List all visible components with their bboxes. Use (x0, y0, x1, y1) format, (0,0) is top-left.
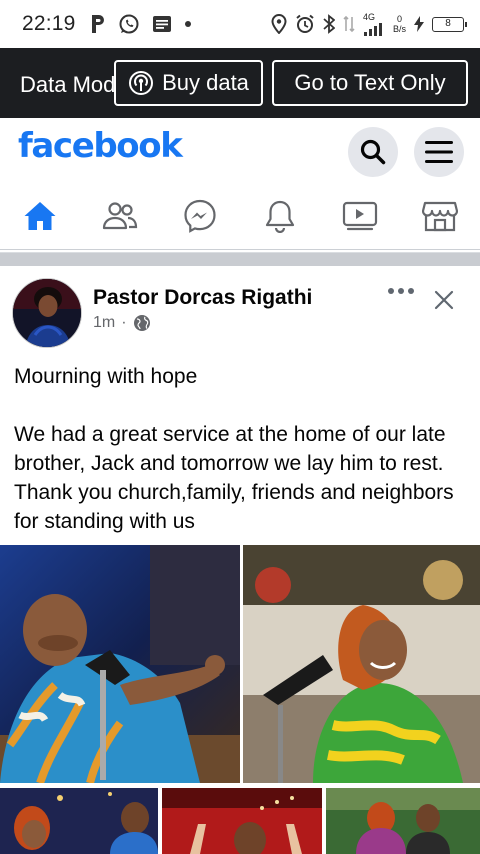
app-header: facebook (0, 118, 480, 182)
status-notification-icons (90, 13, 192, 35)
signal-tower-icon (128, 70, 154, 96)
location-icon (271, 14, 287, 34)
data-arrows-icon (343, 15, 355, 33)
bluetooth-icon (323, 14, 335, 34)
charging-icon (414, 16, 424, 32)
speed-value: 0 (396, 14, 402, 24)
post-text-line: Mourning with hope (14, 365, 198, 388)
search-icon (359, 138, 387, 166)
tab-watch[interactable] (320, 182, 400, 249)
battery-level: 8 (432, 16, 467, 32)
signal-icon: 4G (362, 11, 385, 36)
messenger-icon (183, 199, 217, 233)
home-icon (23, 200, 57, 232)
friends-icon (102, 201, 138, 231)
status-bar: 22:19 4G 0 B/s 8 (0, 0, 480, 48)
facebook-logo[interactable]: facebook (18, 126, 183, 166)
tab-notifications[interactable] (240, 182, 320, 249)
text-only-label: Go to Text Only (294, 70, 446, 95)
menu-button[interactable] (414, 127, 464, 177)
meta-separator: · (121, 314, 127, 331)
hamburger-menu-icon (425, 140, 453, 164)
data-mode-label: Data Mode (20, 72, 120, 97)
video-icon (342, 201, 378, 231)
search-button[interactable] (348, 127, 398, 177)
post-photo[interactable] (0, 788, 158, 854)
speed-unit: B/s (392, 24, 406, 34)
network-speed: 0 B/s (393, 14, 406, 34)
network-type: 4G (362, 11, 375, 22)
tab-messenger[interactable] (160, 182, 240, 249)
whatsapp-icon (118, 13, 140, 35)
post-photo[interactable] (243, 545, 480, 783)
tab-home[interactable] (0, 182, 80, 249)
post-meta: 1m · (93, 314, 151, 332)
alarm-icon (295, 14, 315, 34)
more-dot-icon (398, 288, 404, 294)
message-icon (152, 15, 172, 33)
post-photo[interactable] (162, 788, 322, 854)
feed-divider (0, 252, 480, 266)
post-photo[interactable] (0, 545, 240, 783)
main-nav-tabs (0, 182, 480, 250)
text-only-button[interactable]: Go to Text Only (272, 60, 468, 106)
status-system-icons: 4G 0 B/s 8 (271, 11, 467, 36)
post-photo[interactable] (326, 788, 480, 854)
buy-data-label: Buy data (162, 70, 249, 95)
post-options-button[interactable] (388, 288, 414, 294)
globe-icon (133, 314, 151, 332)
tab-friends[interactable] (80, 182, 160, 249)
bell-icon (264, 199, 296, 233)
parking-icon (90, 14, 106, 34)
more-dot-icon (408, 288, 414, 294)
buy-data-button[interactable]: Buy data (114, 60, 263, 106)
post-time[interactable]: 1m (93, 314, 115, 332)
hide-post-button[interactable] (432, 288, 456, 317)
close-icon (432, 288, 456, 312)
store-icon (422, 200, 458, 232)
post-text: Mourning with hope We had a great servic… (14, 362, 474, 536)
more-dot-icon (388, 288, 394, 294)
data-mode-banner: Data Mode Buy data Go to Text Only (0, 48, 480, 118)
post-author[interactable]: Pastor Dorcas Rigathi (93, 286, 312, 310)
tab-marketplace[interactable] (400, 182, 480, 249)
status-time: 22:19 (22, 12, 76, 35)
post-text-paragraph: We had a great service at the home of ou… (14, 423, 454, 533)
avatar[interactable] (12, 278, 82, 348)
dot-icon (184, 20, 192, 28)
post-header: Pastor Dorcas Rigathi 1m · (0, 266, 480, 352)
